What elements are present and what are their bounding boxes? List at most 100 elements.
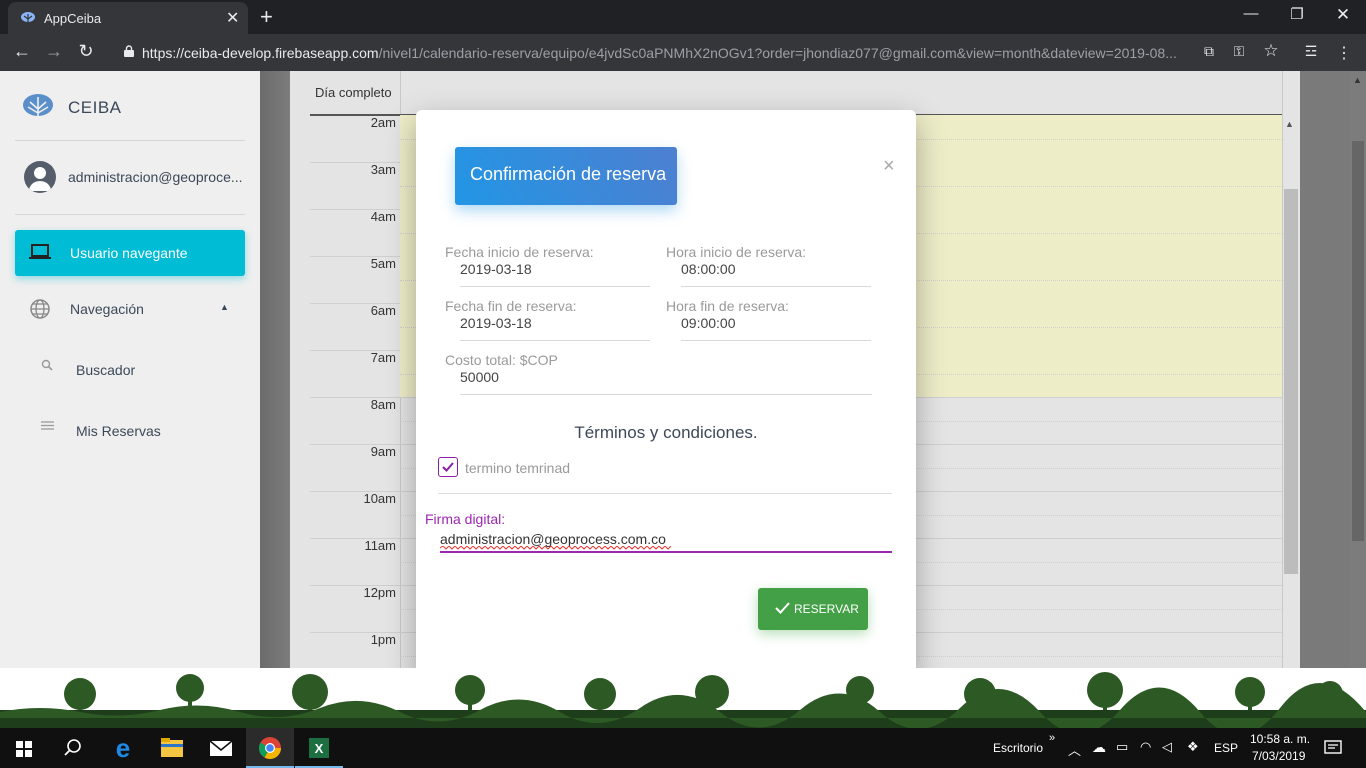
browser-toolbar: ← → ↻ https://ceiba-develop.firebaseapp.…: [0, 34, 1366, 71]
sidebar-item-navegacion[interactable]: Navegación: [70, 301, 144, 317]
url-text: https://ceiba-develop.firebaseapp.com/ni…: [142, 45, 1177, 61]
end-time-value: 09:00:00: [681, 315, 736, 331]
hour-label: 9am: [370, 444, 396, 459]
notification-icon[interactable]: [1324, 740, 1342, 756]
reservar-button-label: RESERVAR: [794, 602, 859, 616]
hour-label: 2am: [370, 115, 396, 130]
avatar[interactable]: [24, 161, 56, 193]
mail-taskbar-button[interactable]: [197, 728, 245, 768]
globe-icon: [30, 299, 50, 319]
clock-time[interactable]: 10:58 a. m.: [1250, 732, 1310, 746]
hour-label: 6am: [370, 303, 396, 318]
windows-icon: [16, 741, 32, 757]
browser-tabbar: AppCeiba ✕ + — ❐ ✕: [0, 0, 1366, 34]
ceiba-tree-icon: [21, 12, 35, 24]
forward-icon[interactable]: →: [42, 41, 66, 62]
search-button[interactable]: [48, 728, 96, 768]
volume-icon[interactable]: ◁: [1162, 739, 1172, 755]
chrome-icon: [259, 737, 281, 759]
start-date-label: Fecha inicio de reserva:: [445, 244, 594, 260]
chevron-right-icon[interactable]: »: [1049, 732, 1055, 744]
star-icon[interactable]: ☆: [1260, 41, 1282, 61]
check-icon: [442, 462, 454, 472]
sidebar-item-mis-reservas[interactable]: Mis Reservas: [76, 423, 161, 439]
minimize-icon[interactable]: —: [1236, 5, 1266, 22]
modal-title: Confirmación de reserva: [470, 164, 667, 184]
back-icon[interactable]: ←: [10, 41, 34, 62]
edge-icon: e: [116, 733, 130, 763]
field-underline: [460, 340, 650, 341]
key-icon[interactable]: ⚿: [1228, 43, 1250, 60]
sidebar: CEIBA administracion@geoproce... Usuario…: [0, 71, 260, 668]
sidebar-item-buscador[interactable]: Buscador: [76, 362, 135, 378]
terms-checkbox[interactable]: [438, 457, 458, 477]
sidebar-item-label: Usuario navegante: [70, 245, 188, 261]
explorer-taskbar-button[interactable]: [148, 728, 196, 768]
clock-date[interactable]: 7/03/2019: [1252, 749, 1305, 763]
reservar-button[interactable]: RESERVAR: [758, 588, 868, 630]
page-scroll-thumb[interactable]: [1352, 141, 1364, 541]
edge-taskbar-button[interactable]: e: [99, 728, 147, 768]
chevron-up-icon[interactable]: ︿: [1068, 740, 1081, 759]
start-time-label: Hora inicio de reserva:: [666, 244, 807, 260]
tab-close-icon[interactable]: ✕: [226, 8, 239, 28]
cloud-icon[interactable]: ☁: [1092, 739, 1106, 756]
hour-label: 1pm: [370, 632, 396, 647]
new-tab-icon[interactable]: +: [260, 4, 273, 30]
landscape-illustration: [0, 672, 1366, 728]
field-underline: [681, 286, 871, 287]
field-underline: [460, 394, 872, 395]
spellcheck-underline: [440, 546, 671, 550]
cost-label: Costo total: $COP: [445, 352, 558, 368]
user-email[interactable]: administracion@geoproce...: [68, 169, 243, 185]
start-date-value: 2019-03-18: [460, 261, 532, 277]
all-day-label: Día completo: [315, 85, 392, 100]
close-icon[interactable]: ×: [883, 155, 895, 178]
list-icon: [41, 421, 54, 430]
check-icon: [775, 602, 790, 614]
sidebar-shadow: [260, 71, 290, 668]
reload-icon[interactable]: ↻: [74, 41, 98, 62]
browser-tab[interactable]: AppCeiba ✕: [8, 2, 248, 34]
windows-taskbar: e X Escritorio » ︿ ☁ ▭ ◠ ◁ ❖ ESP 10:58 a…: [0, 728, 1366, 768]
hour-label: 10am: [363, 491, 396, 506]
svg-text:e: e: [116, 733, 130, 763]
terms-checkbox-label[interactable]: termino temrinad: [465, 460, 570, 476]
start-time-value: 08:00:00: [681, 261, 736, 277]
footer-landscape-banner: [0, 668, 1366, 728]
scroll-up-icon[interactable]: ▲: [1285, 119, 1294, 129]
search-icon: [64, 739, 81, 756]
reservation-modal: Confirmación de reserva × Fecha inicio d…: [416, 110, 916, 668]
dropbox-icon[interactable]: ❖: [1187, 739, 1199, 755]
scroll-up-icon[interactable]: ▲: [1353, 75, 1362, 85]
terms-title: Términos y condiciones.: [574, 423, 758, 442]
address-bar[interactable]: https://ceiba-develop.firebaseapp.com/ni…: [110, 37, 1290, 67]
brand-name: CEIBA: [68, 98, 122, 117]
hour-label: 3am: [370, 162, 396, 177]
chrome-taskbar-button[interactable]: [246, 728, 294, 768]
extension-icon[interactable]: ☲: [1300, 43, 1322, 60]
hour-label: 7am: [370, 350, 396, 365]
language-indicator[interactable]: ESP: [1214, 741, 1238, 755]
folder-icon: [161, 738, 183, 757]
tab-title: AppCeiba: [44, 11, 102, 26]
divider: [15, 140, 245, 141]
desktop-toolbar-label[interactable]: Escritorio: [993, 741, 1043, 755]
excel-taskbar-button[interactable]: X: [295, 728, 343, 768]
caret-up-icon[interactable]: ▲: [220, 302, 229, 312]
start-button[interactable]: [0, 728, 48, 768]
battery-icon[interactable]: ▭: [1116, 739, 1128, 755]
close-window-icon[interactable]: ✕: [1328, 5, 1358, 25]
svg-text:X: X: [315, 741, 324, 756]
divider: [438, 493, 892, 494]
field-underline: [460, 286, 650, 287]
restore-icon[interactable]: ❐: [1282, 5, 1312, 23]
search-icon: [41, 359, 53, 371]
calendar-scroll-thumb[interactable]: [1284, 189, 1298, 574]
user-icon: [29, 167, 51, 191]
wifi-icon[interactable]: ◠: [1140, 739, 1151, 755]
translate-icon[interactable]: ⧉: [1198, 43, 1220, 60]
menu-icon[interactable]: ⋮: [1333, 43, 1355, 63]
page: CEIBA administracion@geoproce... Usuario…: [0, 71, 1366, 668]
sidebar-item-usuario-navegante[interactable]: Usuario navegante: [15, 230, 245, 276]
